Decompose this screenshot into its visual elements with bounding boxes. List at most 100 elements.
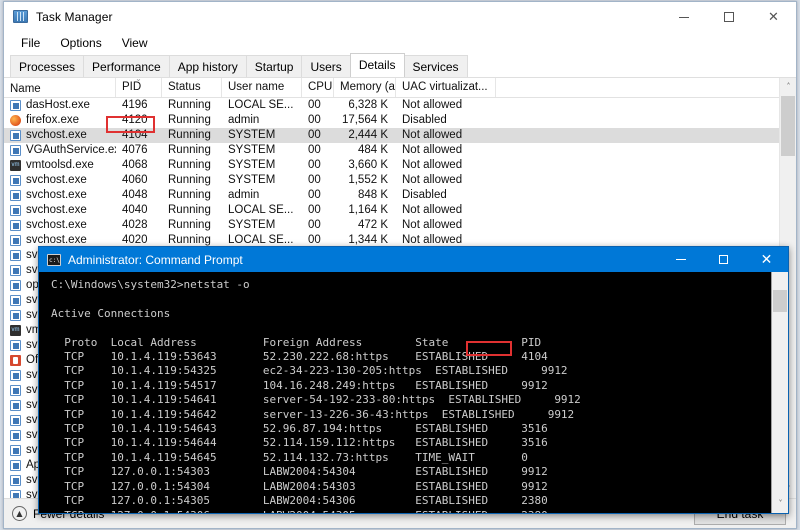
cell-memory: 17,564 K bbox=[334, 113, 396, 128]
table-row[interactable]: svchost.exe4060RunningSYSTEM001,552 KNot… bbox=[4, 173, 796, 188]
close-icon: ✕ bbox=[768, 11, 779, 24]
console-output[interactable]: C:\Windows\system32>netstat -o Active Co… bbox=[39, 272, 788, 513]
scroll-up-icon[interactable]: ˄ bbox=[780, 78, 796, 95]
process-name: svchost.exe bbox=[26, 128, 87, 143]
service-icon bbox=[10, 205, 21, 216]
menu-view[interactable]: View bbox=[113, 34, 157, 52]
cell-cpu: 00 bbox=[302, 218, 334, 233]
tab-startup[interactable]: Startup bbox=[246, 55, 303, 77]
task-manager-title: Task Manager bbox=[36, 10, 113, 24]
cell-uac: Not allowed bbox=[396, 203, 496, 218]
close-icon: ✕ bbox=[761, 253, 773, 267]
service-icon bbox=[10, 400, 21, 411]
tab-bar: Processes Performance App history Startu… bbox=[4, 54, 796, 78]
cell-status: Running bbox=[162, 113, 222, 128]
cell-uac: Not allowed bbox=[396, 218, 496, 233]
cell-memory: 6,328 K bbox=[334, 98, 396, 113]
cell-status: Running bbox=[162, 173, 222, 188]
cell-name: firefox.exe bbox=[4, 113, 116, 128]
service-icon bbox=[10, 475, 21, 486]
service-icon bbox=[10, 235, 21, 246]
service-icon bbox=[10, 310, 21, 321]
tab-processes[interactable]: Processes bbox=[10, 55, 84, 77]
task-manager-titlebar: Task Manager ✕ bbox=[4, 2, 796, 32]
process-name: firefox.exe bbox=[26, 113, 79, 128]
cell-uac: Not allowed bbox=[396, 128, 496, 143]
menu-file[interactable]: File bbox=[12, 34, 49, 52]
cell-uac: Not allowed bbox=[396, 158, 496, 173]
command-prompt-window-controls: ✕ bbox=[659, 247, 788, 272]
cell-status: Running bbox=[162, 218, 222, 233]
table-row[interactable]: dasHost.exe4196RunningLOCAL SE...006,328… bbox=[4, 98, 796, 113]
cell-cpu: 00 bbox=[302, 113, 334, 128]
close-button[interactable]: ✕ bbox=[751, 2, 796, 32]
tab-services[interactable]: Services bbox=[404, 55, 468, 77]
column-header-pid[interactable]: ⌄ PID bbox=[116, 78, 162, 97]
column-header-status[interactable]: Status bbox=[162, 78, 222, 97]
command-prompt-window: Administrator: Command Prompt ✕ C:\Windo… bbox=[38, 246, 789, 514]
process-name: svchost.exe bbox=[26, 218, 87, 233]
tab-users[interactable]: Users bbox=[301, 55, 350, 77]
cell-pid: 4060 bbox=[116, 173, 162, 188]
service-icon bbox=[10, 130, 21, 141]
tab-app-history[interactable]: App history bbox=[169, 55, 247, 77]
table-row[interactable]: firefox.exe4120Runningadmin0017,564 KDis… bbox=[4, 113, 796, 128]
service-icon bbox=[10, 265, 21, 276]
minimize-icon bbox=[676, 259, 686, 260]
command-prompt-title: Administrator: Command Prompt bbox=[68, 253, 243, 267]
column-header-cpu[interactable]: CPU bbox=[302, 78, 334, 97]
cell-name: VGAuthService.exe bbox=[4, 143, 116, 158]
cell-user-name: SYSTEM bbox=[222, 128, 302, 143]
service-icon bbox=[10, 100, 21, 111]
tab-details[interactable]: Details bbox=[350, 53, 405, 77]
cell-uac: Not allowed bbox=[396, 143, 496, 158]
maximize-icon bbox=[724, 12, 734, 22]
cell-pid: 4104 bbox=[116, 128, 162, 143]
table-row[interactable]: svchost.exe4104RunningSYSTEM002,444 KNot… bbox=[4, 128, 796, 143]
process-name: VGAuthService.exe bbox=[26, 143, 116, 158]
cmd-maximize-button[interactable] bbox=[702, 247, 745, 272]
cell-name: svchost.exe bbox=[4, 218, 116, 233]
table-row[interactable]: vmvmtoolsd.exe4068RunningSYSTEM003,660 K… bbox=[4, 158, 796, 173]
cell-user-name: admin bbox=[222, 188, 302, 203]
process-name: svchost.exe bbox=[26, 173, 87, 188]
minimize-button[interactable] bbox=[661, 2, 706, 32]
scrollbar-thumb[interactable] bbox=[781, 96, 795, 156]
menu-options[interactable]: Options bbox=[51, 34, 110, 52]
table-row[interactable]: svchost.exe4048Runningadmin00848 KDisabl… bbox=[4, 188, 796, 203]
column-header-memory[interactable]: Memory (a... bbox=[334, 78, 396, 97]
table-row[interactable]: svchost.exe4040RunningLOCAL SE...001,164… bbox=[4, 203, 796, 218]
cmd-close-button[interactable]: ✕ bbox=[745, 247, 788, 272]
minimize-icon bbox=[679, 17, 689, 18]
table-row[interactable]: VGAuthService.exe4076RunningSYSTEM00484 … bbox=[4, 143, 796, 158]
cell-name: dasHost.exe bbox=[4, 98, 116, 113]
cmd-minimize-button[interactable] bbox=[659, 247, 702, 272]
service-icon bbox=[10, 460, 21, 471]
table-row[interactable]: svchost.exe4028RunningSYSTEM00472 KNot a… bbox=[4, 218, 796, 233]
cell-memory: 1,164 K bbox=[334, 203, 396, 218]
process-name: svchost.exe bbox=[26, 188, 87, 203]
cell-name: svchost.exe bbox=[4, 188, 116, 203]
console-scroll-down-icon[interactable]: ˅ bbox=[772, 496, 788, 513]
service-icon bbox=[10, 190, 21, 201]
column-header-name[interactable]: Name bbox=[4, 78, 116, 97]
service-icon bbox=[10, 175, 21, 186]
cell-uac: Disabled bbox=[396, 113, 496, 128]
maximize-button[interactable] bbox=[706, 2, 751, 32]
firefox-icon bbox=[10, 115, 21, 126]
cell-uac: Not allowed bbox=[396, 173, 496, 188]
menu-bar: File Options View bbox=[4, 32, 796, 54]
service-icon bbox=[10, 145, 21, 156]
cell-status: Running bbox=[162, 203, 222, 218]
console-scrollbar-thumb[interactable] bbox=[773, 290, 787, 312]
cell-status: Running bbox=[162, 143, 222, 158]
column-header-uac-virtualization[interactable]: UAC virtualizat... bbox=[396, 78, 496, 97]
cell-status: Running bbox=[162, 128, 222, 143]
vmware-icon: vm bbox=[10, 325, 21, 336]
cell-cpu: 00 bbox=[302, 173, 334, 188]
column-header-user-name[interactable]: User name bbox=[222, 78, 302, 97]
tab-performance[interactable]: Performance bbox=[83, 55, 170, 77]
cell-cpu: 00 bbox=[302, 143, 334, 158]
console-scrollbar[interactable]: ˄ ˅ bbox=[771, 272, 788, 513]
service-icon bbox=[10, 490, 21, 498]
